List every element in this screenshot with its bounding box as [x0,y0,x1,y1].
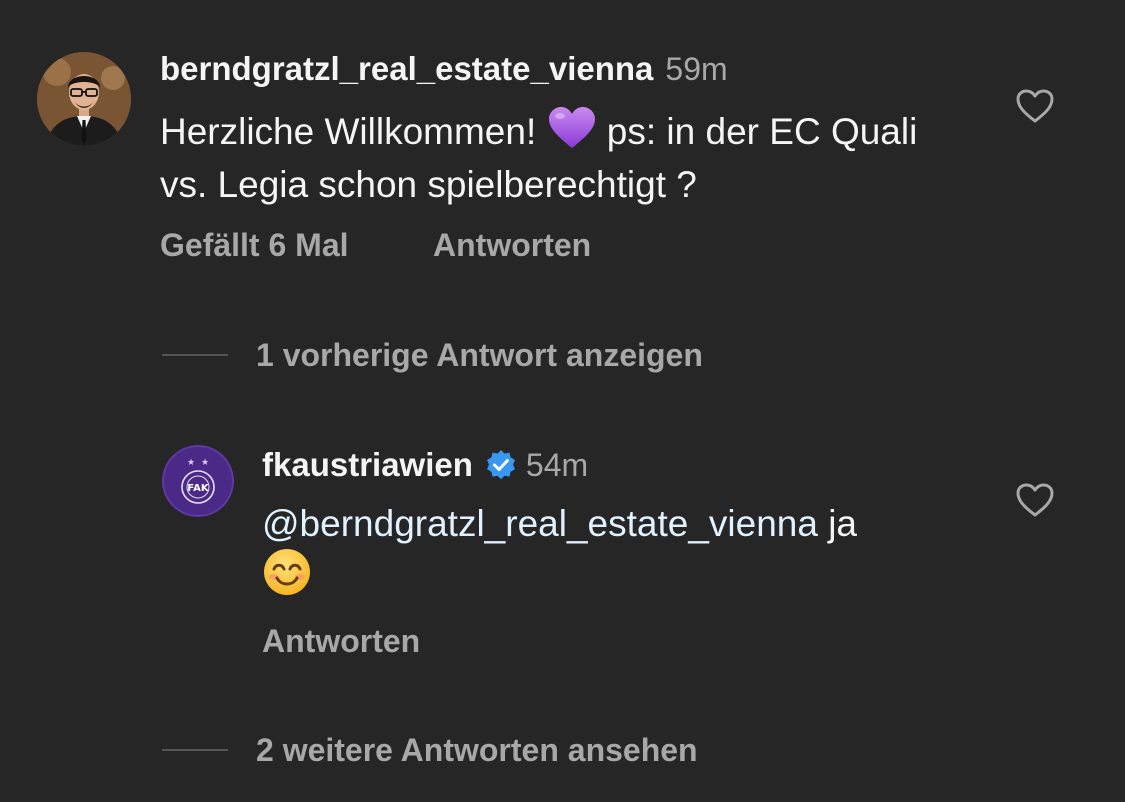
comment-text-part: ja [817,503,857,544]
username[interactable]: berndgratzl_real_estate_vienna [160,50,653,87]
thread-line [162,354,228,356]
mention-link[interactable]: @berndgratzl_real_estate_vienna [262,503,818,544]
reply-button[interactable]: Antworten [262,623,420,660]
verified-badge-icon [486,450,515,480]
timestamp: 59m [665,51,728,87]
smiling-face-icon [262,547,312,608]
purple-heart-icon [547,106,597,161]
comment-text: Herzliche Willkommen! ps: in der EC Qual… [160,106,960,208]
comment-header: berndgratzl_real_estate_vienna 59m [160,50,728,88]
fk-austria-wien-crest-icon: ★ ★ FAK [162,445,234,517]
view-more-replies-button[interactable]: 2 weitere Antworten ansehen [256,732,698,769]
thread-line [162,749,228,751]
comment-text: @berndgratzl_real_estate_vienna ja [262,500,1022,608]
comment-text-part: Herzliche Willkommen! [160,111,547,152]
username[interactable]: fkaustriawien [262,446,473,484]
avatar[interactable]: ★ ★ FAK [162,445,234,517]
reply-button[interactable]: Antworten [433,227,591,264]
user-avatar-photo [37,52,131,146]
svg-text:FAK: FAK [187,483,209,494]
svg-text:★: ★ [201,458,209,468]
view-previous-replies-button[interactable]: 1 vorherige Antwort anzeigen [256,337,703,374]
heart-icon[interactable] [1015,88,1055,124]
comment-header: fkaustriawien 54m [262,446,588,484]
timestamp: 54m [525,446,589,483]
avatar[interactable] [37,52,131,146]
svg-text:★: ★ [187,458,195,468]
likes-count[interactable]: Gefällt 6 Mal [160,227,349,264]
heart-icon[interactable] [1015,482,1055,518]
